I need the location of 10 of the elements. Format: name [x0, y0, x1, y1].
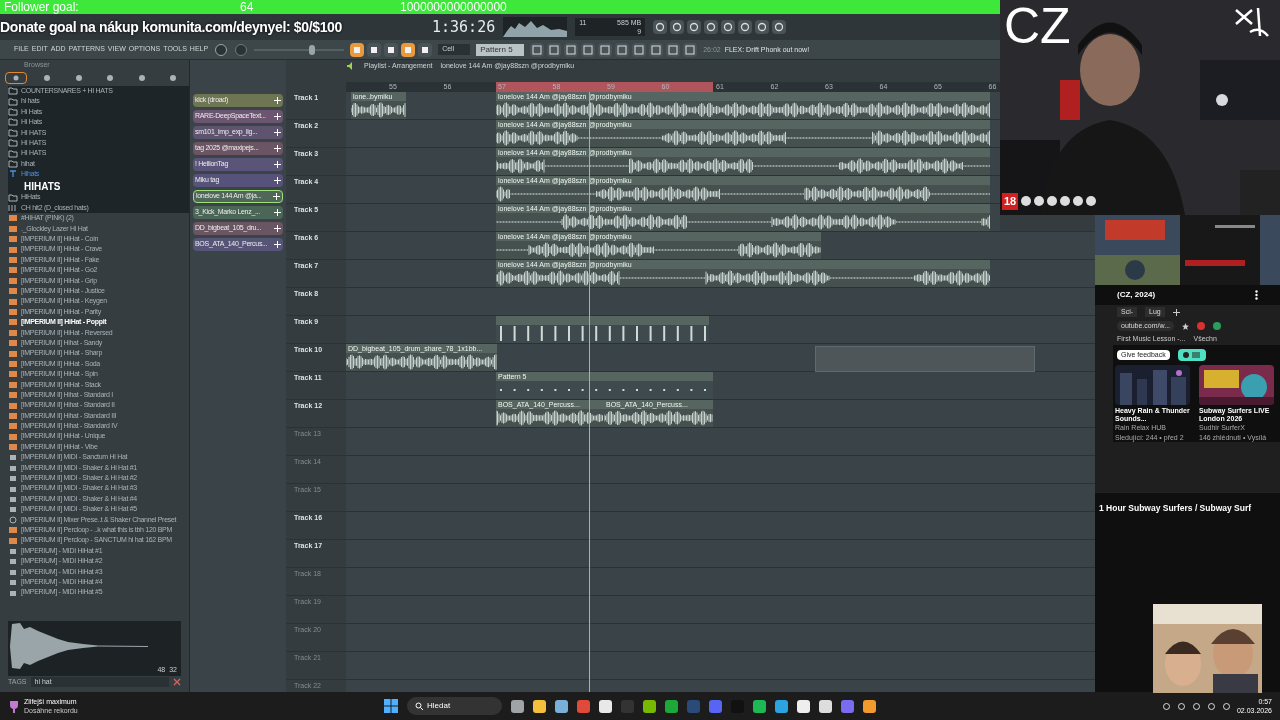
goal-label: Follower goal:	[3, 0, 80, 16]
goal-count: 64	[240, 0, 255, 16]
video-meta: (CZ, 2024)	[1117, 289, 1156, 301]
video-heading: 1 Hour Subway Surfers / Subway Surf	[1099, 501, 1252, 515]
pattern-selector[interactable]: Pattern 5	[476, 43, 525, 56]
time-display: 1:36:26	[432, 16, 496, 38]
donate-goal: Donate goal na nákup komunita.com/deynyel: $0/$100	[0, 18, 342, 37]
search-placeholder: Hledat	[427, 700, 451, 712]
goal-target: 1000000000000000	[400, 0, 507, 16]
search-field[interactable]: Hledat	[407, 697, 502, 715]
